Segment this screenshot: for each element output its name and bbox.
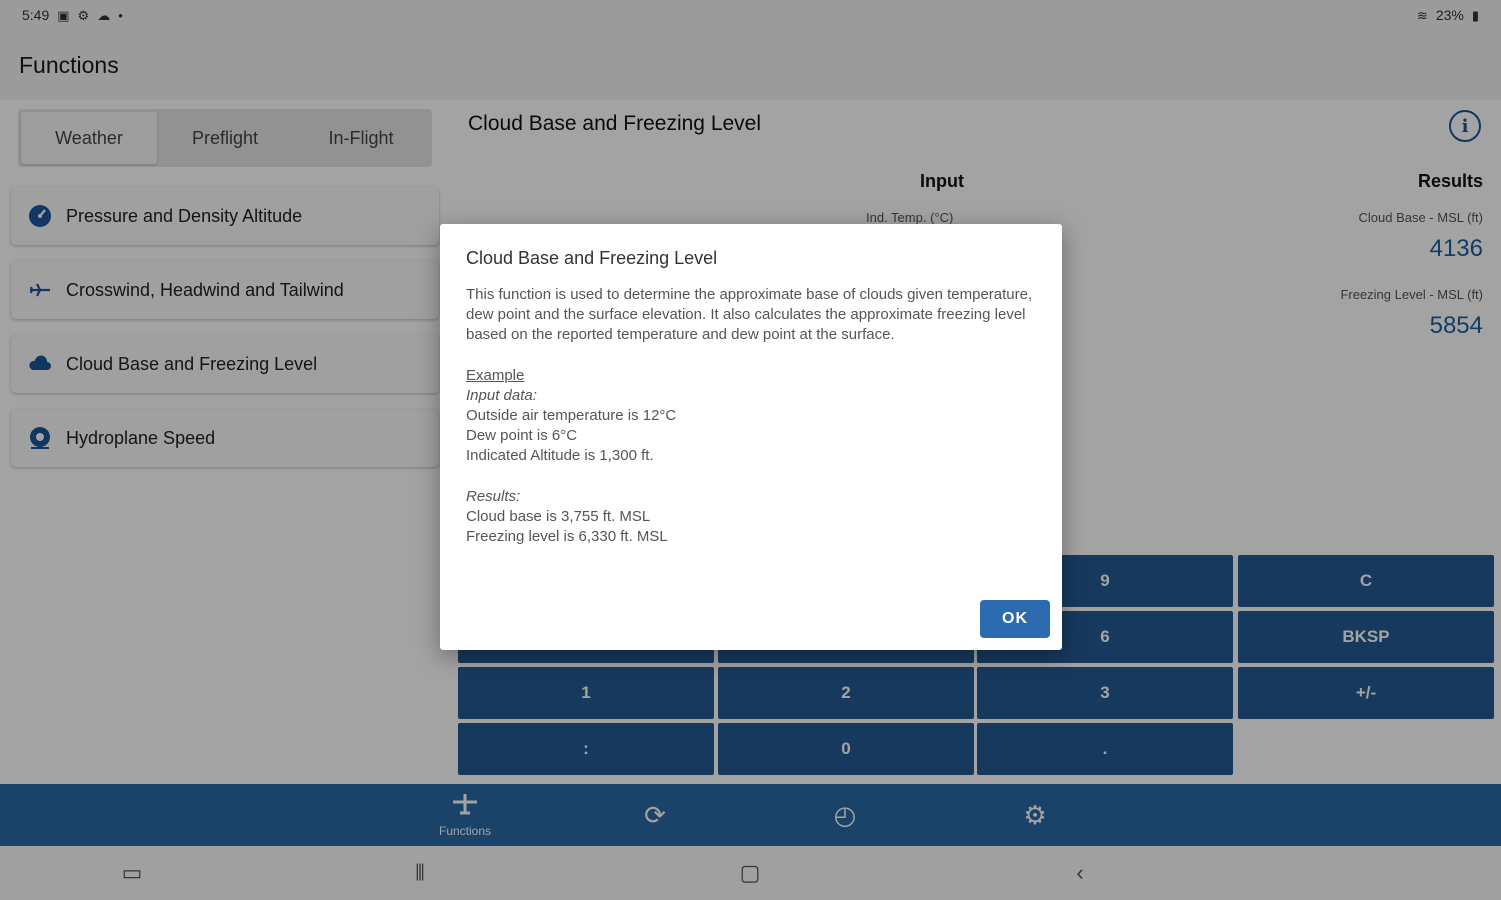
example-input-line: Indicated Altitude is 1,300 ft. xyxy=(466,447,654,464)
info-dialog: Cloud Base and Freezing Level This funct… xyxy=(440,224,1062,650)
results-heading: Results: xyxy=(466,488,521,505)
example-heading: Example xyxy=(466,367,525,384)
example-input-line: Outside air temperature is 12°C xyxy=(466,407,677,424)
example-input-line: Dew point is 6°C xyxy=(466,427,578,444)
example-result-line: Freezing level is 6,330 ft. MSL xyxy=(466,528,668,545)
input-data-heading: Input data: xyxy=(466,387,537,404)
ok-button[interactable]: OK xyxy=(980,600,1050,638)
example-result-line: Cloud base is 3,755 ft. MSL xyxy=(466,508,651,525)
dialog-title: Cloud Base and Freezing Level xyxy=(466,248,718,268)
dialog-description: This function is used to determine the a… xyxy=(466,286,1033,343)
